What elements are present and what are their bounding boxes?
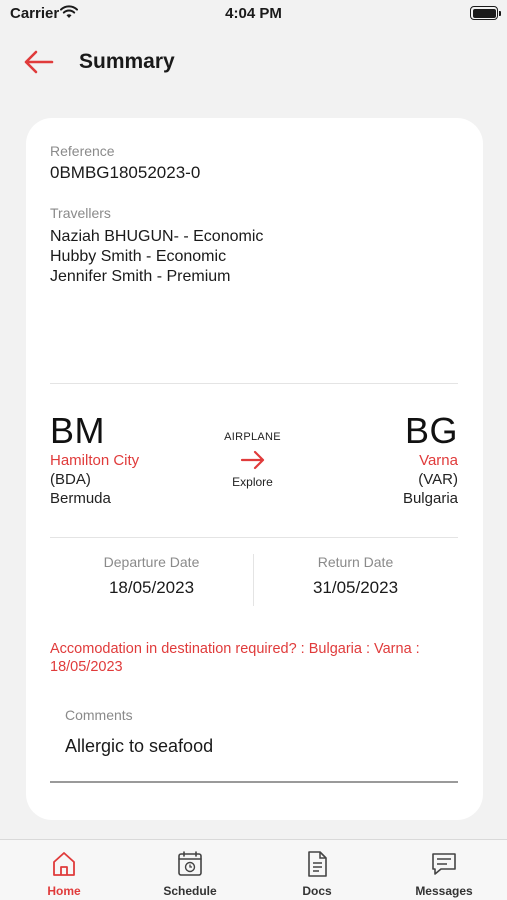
- clock-time: 4:04 PM: [225, 5, 282, 22]
- tab-bar: Home Schedule Docs Messages: [0, 839, 507, 900]
- origin-code: BM: [50, 410, 105, 451]
- departure-date-label: Departure Date: [103, 554, 200, 570]
- home-icon: [53, 852, 75, 876]
- origin-country: Bermuda: [50, 490, 111, 507]
- status-bar: Carrier 4:04 PM: [0, 0, 507, 30]
- arrow-left-icon: [24, 50, 54, 74]
- tab-messages-label: Messages: [415, 884, 473, 898]
- reference-value: 0BMBG18052023-0: [50, 163, 201, 182]
- tab-schedule[interactable]: Schedule: [127, 840, 253, 900]
- back-button[interactable]: [22, 48, 56, 76]
- destination-code: BG: [404, 410, 458, 451]
- tab-messages[interactable]: Messages: [381, 840, 507, 900]
- departure-date: Departure Date 18/05/2023: [50, 554, 253, 598]
- header: Summary: [0, 36, 507, 88]
- return-date: Return Date 31/05/2023: [254, 554, 457, 598]
- message-icon: [432, 853, 456, 875]
- summary-card: Reference 0BMBG18052023-0 Travellers Naz…: [26, 118, 483, 820]
- divider: [50, 537, 458, 538]
- origin-city: Hamilton City: [50, 452, 140, 469]
- return-date-value: 31/05/2023: [312, 578, 399, 597]
- tab-schedule-label: Schedule: [163, 884, 217, 898]
- destination-country: Bulgaria: [402, 490, 458, 507]
- tab-docs-label: Docs: [302, 884, 332, 898]
- reference-label: Reference: [50, 143, 115, 159]
- traveller-item: Hubby Smith - Economic: [50, 248, 227, 265]
- origin-airport: (BDA): [50, 471, 91, 488]
- arrow-right-icon: [240, 450, 265, 470]
- comments-field[interactable]: Allergic to seafood: [65, 736, 213, 757]
- page-title: Summary: [79, 50, 175, 73]
- tab-home[interactable]: Home: [1, 840, 127, 900]
- battery-icon: [470, 6, 501, 20]
- explore-link[interactable]: Explore: [206, 475, 299, 489]
- document-icon: [308, 851, 327, 877]
- comments-label: Comments: [65, 707, 133, 723]
- divider: [50, 383, 458, 384]
- traveller-item: Naziah BHUGUN- - Economic: [50, 228, 264, 245]
- traveller-item: Jennifer Smith - Premium: [50, 268, 231, 285]
- tab-docs[interactable]: Docs: [254, 840, 380, 900]
- departure-date-value: 18/05/2023: [108, 578, 195, 597]
- comments-underline: [50, 781, 458, 783]
- return-date-label: Return Date: [317, 554, 394, 570]
- accommodation-note: Accomodation in destination required? : …: [50, 641, 420, 675]
- tab-home-label: Home: [47, 884, 81, 898]
- travellers-label: Travellers: [50, 205, 111, 221]
- destination-airport: (VAR): [418, 471, 458, 488]
- calendar-icon: [178, 851, 202, 876]
- destination-city: Varna: [419, 452, 458, 469]
- transport-type: AIRPLANE: [224, 431, 281, 443]
